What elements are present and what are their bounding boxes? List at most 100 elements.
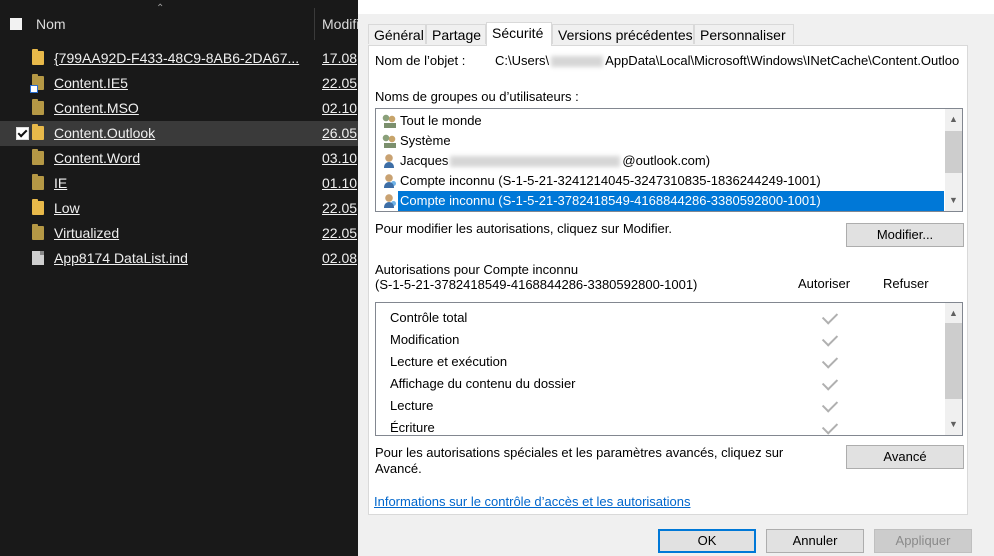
list-item[interactable]: Jacques @outlook.com): [380, 151, 940, 171]
allow-column-header: Autoriser: [798, 276, 851, 291]
shortcut-overlay-icon: [30, 85, 38, 93]
file-name[interactable]: Content.MSO: [54, 100, 139, 116]
object-name-label: Nom de l’objet :: [375, 53, 466, 68]
user-name: Jacques @outlook.com): [400, 151, 710, 171]
file-name[interactable]: Low: [54, 200, 80, 216]
list-item-selected[interactable]: Compte inconnu (S-1-5-21-3782418549-4168…: [380, 191, 944, 211]
redacted-email: [450, 156, 621, 168]
file-row[interactable]: IE 01.10: [0, 171, 360, 196]
advanced-hint: Pour les autorisations spéciales et les …: [375, 445, 784, 460]
advanced-hint-2: Avancé.: [375, 461, 422, 476]
folder-icon: [32, 224, 44, 240]
file-date: 22.05: [322, 75, 358, 91]
object-path-end: AppData\Local\Microsoft\Windows\INetCach…: [605, 53, 960, 68]
folder-icon: [32, 174, 44, 190]
scroll-up-icon[interactable]: ▲: [949, 309, 958, 318]
column-modified[interactable]: Modifi: [322, 16, 359, 32]
scroll-down-icon[interactable]: ▼: [949, 196, 958, 205]
cancel-button[interactable]: Annuler: [766, 529, 864, 553]
unknown-user-icon: [382, 174, 396, 188]
user-group-icon: [382, 134, 396, 148]
user-name-end: @outlook.com): [622, 153, 711, 168]
file-row[interactable]: Virtualized 22.05: [0, 221, 360, 246]
scroll-thumb[interactable]: [945, 131, 962, 173]
tab-previous-versions[interactable]: Versions précédentes: [552, 24, 694, 44]
list-item[interactable]: Tout le monde: [380, 111, 940, 131]
apply-button[interactable]: Appliquer: [874, 529, 972, 553]
permission-row: Écriture: [390, 417, 930, 435]
user-name: Compte inconnu (S-1-5-21-3241214045-3247…: [400, 173, 821, 188]
file-name[interactable]: {799AA92D-F433-48C9-8AB6-2DA67...: [54, 50, 299, 66]
user-name: Tout le monde: [400, 113, 482, 128]
column-name[interactable]: Nom: [36, 16, 66, 32]
file-row-selected[interactable]: Content.Outlook 26.05: [0, 121, 360, 146]
permissions-for-label: Autorisations pour Compte inconnu: [375, 262, 579, 277]
object-path-start: C:\Users\: [495, 53, 550, 68]
tab-customize[interactable]: Personnaliser: [694, 24, 794, 44]
ok-button[interactable]: OK: [658, 529, 756, 553]
groups-scrollbar[interactable]: ▲ ▼: [945, 109, 962, 211]
file-date: 02.08: [322, 250, 358, 266]
user-name-start: Jacques: [400, 153, 449, 168]
list-item[interactable]: Compte inconnu (S-1-5-21-3241214045-3247…: [380, 171, 940, 191]
permissions-listbox[interactable]: Contrôle total Modification Lecture et e…: [375, 302, 963, 436]
file-row[interactable]: Content.IE5 22.05: [0, 71, 360, 96]
permission-name: Lecture et exécution: [390, 354, 508, 369]
file-name[interactable]: Virtualized: [54, 225, 119, 241]
file-row[interactable]: Content.MSO 02.10: [0, 96, 360, 121]
permission-name: Modification: [390, 332, 460, 347]
permission-row: Contrôle total: [390, 307, 930, 329]
sort-ascending-icon: ⌃: [156, 3, 165, 14]
file-row[interactable]: Low 22.05: [0, 196, 360, 221]
permission-row: Modification: [390, 329, 930, 351]
file-date: 03.10: [322, 150, 358, 166]
user-name: Système: [400, 133, 451, 148]
redacted-username: [551, 56, 604, 68]
file-date: 02.10: [322, 100, 358, 116]
tab-sharing[interactable]: Partage: [426, 24, 486, 44]
folder-icon: [32, 149, 44, 165]
help-link[interactable]: Informations sur le contrôle d’accès et …: [374, 494, 691, 509]
tab-general[interactable]: Général: [368, 24, 426, 44]
scroll-thumb[interactable]: [945, 323, 962, 399]
permission-name: Contrôle total: [390, 310, 468, 325]
file-row[interactable]: Content.Word 03.10: [0, 146, 360, 171]
column-divider[interactable]: [314, 8, 315, 40]
permissions-scrollbar[interactable]: ▲ ▼: [945, 303, 962, 435]
file-row[interactable]: {799AA92D-F433-48C9-8AB6-2DA67... 17.08: [0, 46, 360, 71]
file-name[interactable]: Content.Word: [54, 150, 140, 166]
permission-name: Affichage du contenu du dossier: [390, 376, 576, 391]
file-row[interactable]: App8174 DataList.ind 02.08: [0, 246, 360, 271]
modify-button[interactable]: Modifier...: [846, 223, 964, 247]
folder-icon: [32, 199, 44, 215]
scroll-up-icon[interactable]: ▲: [949, 115, 958, 124]
permission-row: Lecture: [390, 395, 930, 417]
file-icon: [32, 251, 44, 265]
row-checkbox[interactable]: [16, 127, 29, 140]
user-group-icon: [382, 114, 396, 128]
allow-check-icon: [821, 374, 839, 391]
file-name[interactable]: Content.Outlook: [54, 125, 155, 141]
file-name[interactable]: App8174 DataList.ind: [54, 250, 188, 266]
file-explorer-pane: Nom ⌃ Modifi {799AA92D-F433-48C9-8AB6-2D…: [0, 0, 360, 556]
allow-check-icon: [821, 352, 839, 369]
unknown-user-icon: [382, 194, 396, 208]
file-date: 17.08: [322, 50, 358, 66]
column-header: Nom ⌃ Modifi: [0, 0, 360, 44]
groups-listbox[interactable]: Tout le monde Système Jacques @outlook.co…: [375, 108, 963, 212]
permissions-for-sid: (S-1-5-21-3782418549-4168844286-33805928…: [375, 277, 698, 292]
file-name[interactable]: Content.IE5: [54, 75, 128, 91]
groups-label: Noms de groupes ou d’utilisateurs :: [375, 89, 579, 104]
file-date: 22.05: [322, 200, 358, 216]
list-item[interactable]: Système: [380, 131, 940, 151]
file-date: 26.05: [322, 125, 358, 141]
select-all-checkbox[interactable]: [10, 18, 22, 30]
tab-security[interactable]: Sécurité: [486, 22, 552, 46]
modify-hint: Pour modifier les autorisations, cliquez…: [375, 221, 672, 236]
file-name[interactable]: IE: [54, 175, 67, 191]
scroll-down-icon[interactable]: ▼: [949, 420, 958, 429]
file-date: 01.10: [322, 175, 358, 191]
advanced-button[interactable]: Avancé: [846, 445, 964, 469]
permission-row: Lecture et exécution: [390, 351, 930, 373]
dialog-title-strip: [358, 0, 994, 14]
